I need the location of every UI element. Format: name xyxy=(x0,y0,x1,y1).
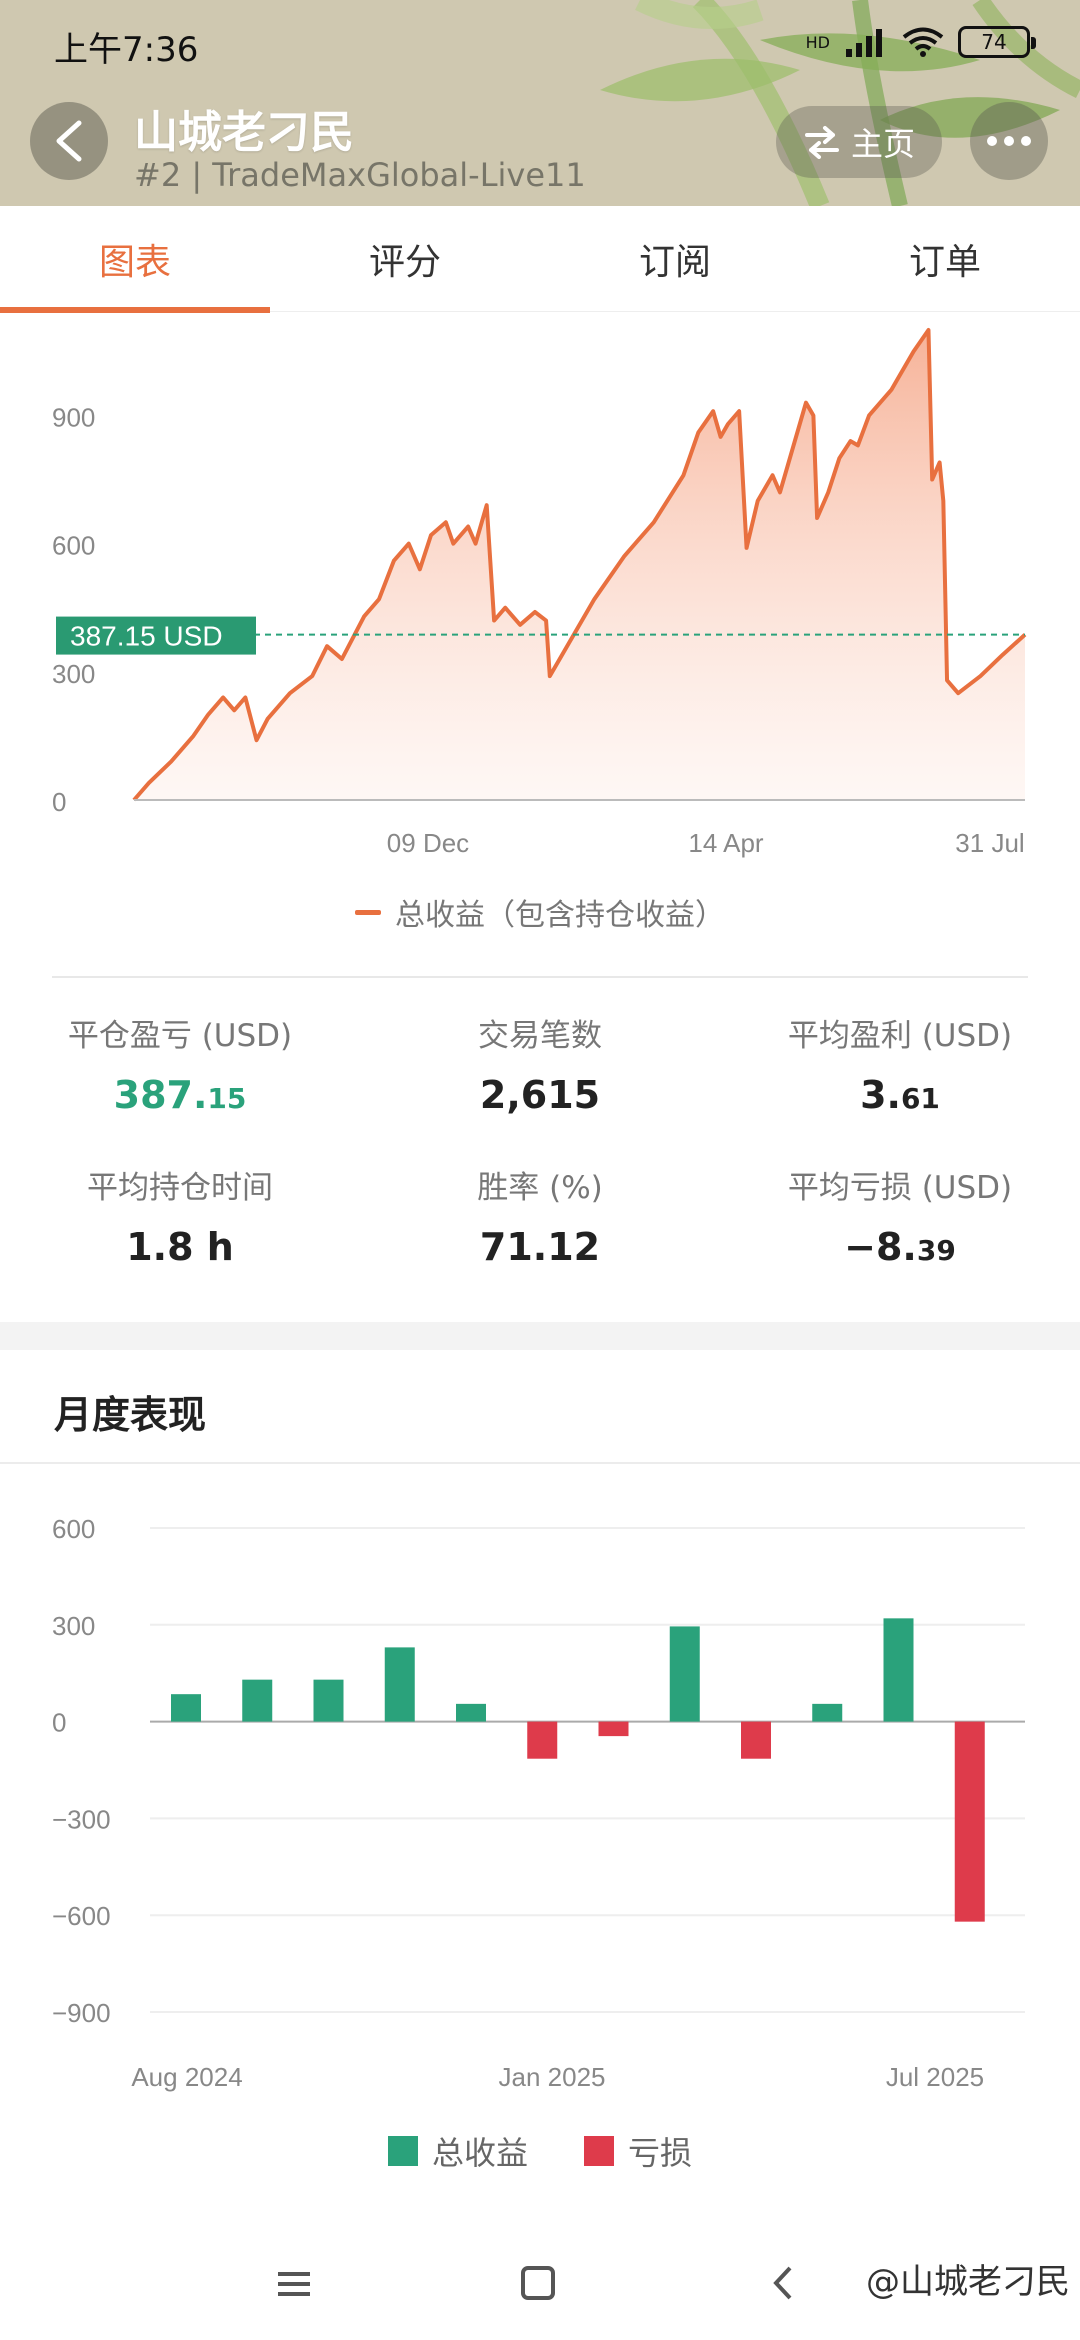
equity-legend: 总收益（包含持仓收益） xyxy=(0,890,1080,934)
more-dot-icon xyxy=(987,136,997,146)
monthly-legend: 总收益 亏损 xyxy=(0,2128,1080,2174)
stat-closed-pnl: 平仓盈亏 (USD) 387.15 xyxy=(0,1010,360,1117)
bar-feb-2025[interactable] xyxy=(598,1721,629,1737)
more-dot-icon xyxy=(1004,136,1014,146)
monthly-section-title: 月度表现 xyxy=(54,1393,207,1437)
battery-icon: 74 xyxy=(958,26,1036,58)
stat-label: 平均亏损 (USD) xyxy=(787,1170,1013,1206)
chevron-left-icon xyxy=(56,120,82,162)
stat-label: 平均盈利 (USD) xyxy=(787,1018,1013,1054)
bar-jan-2025[interactable] xyxy=(527,1721,558,1759)
equity-area xyxy=(134,330,1025,800)
tab-orders[interactable]: 订单 xyxy=(810,206,1080,311)
back-nav-icon[interactable] xyxy=(773,2266,792,2300)
header: 上午7:36 HD 74 山城老刁民 #2 | TradeMaxGlobal-L… xyxy=(0,0,1080,206)
watermark: @山城老刁民 xyxy=(866,2254,1070,2303)
stat-win-rate: 胜率 (%) 71.12 xyxy=(360,1162,720,1269)
y-tick-label: −900 xyxy=(52,1998,111,2028)
stat-label: 胜率 (%) xyxy=(477,1170,603,1206)
legend-item-loss: 亏损 xyxy=(584,2128,692,2174)
x-tick-label: Jan 2025 xyxy=(499,2062,606,2092)
legend-line-swatch xyxy=(355,909,381,915)
stat-label: 交易笔数 xyxy=(478,1018,602,1054)
stat-trade-count: 交易笔数 2,615 xyxy=(360,1010,720,1117)
divider xyxy=(0,1462,1080,1464)
x-tick-label: Aug 2024 xyxy=(131,2062,242,2092)
y-tick-label: 600 xyxy=(52,531,95,561)
current-value-label: 387.15 USD xyxy=(70,621,223,652)
watermark-text: @山城老刁民 xyxy=(866,2262,1070,2302)
y-tick-label: 0 xyxy=(52,1708,66,1738)
legend-item-profit: 总收益 xyxy=(387,2128,528,2174)
equity-chart[interactable]: 0 300 600 900 387.15 USD 09 Dec 14 Apr 31 Jul xyxy=(0,312,1080,872)
home-button[interactable]: 主页 xyxy=(776,106,942,178)
section-separator xyxy=(0,1322,1080,1350)
y-tick-label: −300 xyxy=(52,1804,111,1834)
x-tick-label: 14 Apr xyxy=(688,828,764,858)
equity-legend-label: 总收益（包含持仓收益） xyxy=(395,898,725,933)
more-dot-icon xyxy=(1021,136,1031,146)
monthly-bar-chart[interactable]: 600 300 0 −300 −600 −900 Aug 2024 Jan 2025 Jul 2… xyxy=(0,1480,1080,2100)
y-tick-label: 300 xyxy=(52,1611,95,1641)
status-bar: 上午7:36 HD 74 xyxy=(0,0,1080,90)
tab-subscribe[interactable]: 订阅 xyxy=(540,206,810,311)
bar-dec-2024[interactable] xyxy=(456,1703,486,1722)
signal-icon xyxy=(846,29,882,57)
x-tick-label: 09 Dec xyxy=(387,828,469,858)
stat-label: 平均持仓时间 xyxy=(87,1170,273,1206)
stat-value: −8.39 xyxy=(844,1225,956,1269)
menu-icon[interactable] xyxy=(278,2272,310,2296)
bar-sep-2024[interactable] xyxy=(242,1679,273,1722)
legend-label: 总收益 xyxy=(431,2134,528,2172)
y-tick-label: −600 xyxy=(52,1901,111,1931)
bar-apr-2025[interactable] xyxy=(741,1721,771,1759)
bar-aug-2024[interactable] xyxy=(171,1694,201,1722)
legend-swatch xyxy=(387,2136,418,2166)
bar-may-2025[interactable] xyxy=(812,1703,843,1722)
stat-value: 387.15 xyxy=(113,1073,247,1117)
network-label: HD xyxy=(805,32,830,52)
back-button[interactable] xyxy=(30,102,108,180)
bar-jun-2025[interactable] xyxy=(883,1618,914,1722)
tab-rating[interactable]: 评分 xyxy=(270,206,540,311)
page-title: 山城老刁民 xyxy=(134,107,354,158)
y-tick-label: 600 xyxy=(52,1514,95,1544)
stat-label: 平仓盈亏 (USD) xyxy=(67,1018,293,1054)
stat-avg-loss: 平均亏损 (USD) −8.39 xyxy=(720,1162,1080,1269)
bar-nov-2024[interactable] xyxy=(384,1647,415,1722)
more-button[interactable] xyxy=(970,102,1048,180)
page-subtitle: #2 | TradeMaxGlobal-Live11 xyxy=(134,156,586,194)
stat-value: 3.61 xyxy=(860,1073,940,1117)
bar-mar-2025[interactable] xyxy=(669,1626,700,1722)
swap-icon xyxy=(804,126,839,159)
tab-bar: 图表 评分 订阅 订单 xyxy=(0,206,1080,313)
bar-jul-2025[interactable] xyxy=(954,1721,985,1922)
y-tick-label: 0 xyxy=(52,787,66,817)
status-icons: HD 74 xyxy=(805,26,1036,58)
bar-oct-2024[interactable] xyxy=(313,1679,344,1722)
y-tick-label: 900 xyxy=(52,402,95,432)
legend-swatch xyxy=(584,2136,614,2166)
status-time: 上午7:36 xyxy=(54,30,199,70)
home-nav-icon[interactable] xyxy=(521,2266,555,2300)
tab-chart[interactable]: 图表 xyxy=(0,206,270,313)
y-tick-label: 300 xyxy=(52,659,95,689)
legend-label: 亏损 xyxy=(628,2134,693,2172)
stat-value: 2,615 xyxy=(479,1073,601,1117)
x-tick-label: Jul 2025 xyxy=(886,2062,984,2092)
x-tick-label: 31 Jul xyxy=(955,828,1024,858)
stat-value: 71.12 xyxy=(479,1225,601,1269)
battery-level: 74 xyxy=(981,30,1007,54)
stat-avg-profit: 平均盈利 (USD) 3.61 xyxy=(720,1010,1080,1117)
stat-value: 1.8 h xyxy=(126,1225,234,1269)
divider xyxy=(52,976,1028,978)
stat-avg-hold-time: 平均持仓时间 1.8 h xyxy=(0,1162,360,1269)
home-button-label: 主页 xyxy=(850,125,915,163)
wifi-icon xyxy=(902,27,944,57)
